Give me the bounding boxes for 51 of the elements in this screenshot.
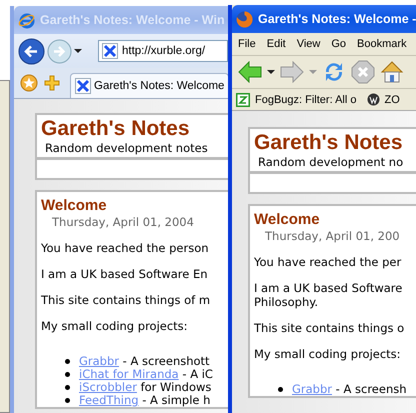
- bullet-icon: [65, 359, 70, 364]
- paragraph: My small coding projects:: [41, 319, 189, 333]
- x-favicon-icon: [75, 78, 91, 94]
- bullet-icon: [65, 398, 70, 403]
- project-description: - A iC: [181, 368, 213, 381]
- project-description: for Windows: [140, 381, 212, 394]
- menu-item[interactable]: View: [296, 38, 320, 50]
- window-title: Gareth's Notes: Welcome - Win: [40, 13, 225, 27]
- browser-tab[interactable]: Gareth's Notes: Welcome: [70, 73, 228, 98]
- menu-item[interactable]: Go: [331, 38, 346, 50]
- bullet-icon: [278, 387, 283, 392]
- bookmark-favicon-icon: [236, 92, 250, 106]
- bullet-icon: [65, 372, 70, 377]
- site-title: Gareth's Notes: [254, 131, 404, 155]
- forward-arrow-icon[interactable]: [280, 61, 304, 83]
- project-description: - A screensh: [334, 383, 407, 396]
- dropdown-caret-icon[interactable]: [74, 49, 82, 53]
- address-field[interactable]: http://xurble.org/: [98, 40, 228, 62]
- x-favicon-icon: [102, 43, 118, 59]
- home-icon[interactable]: [380, 60, 404, 84]
- browser-logo-icon: [236, 10, 253, 28]
- back-arrow-icon[interactable]: [238, 61, 262, 83]
- project-description: - A screenshott: [122, 355, 210, 368]
- stop-icon[interactable]: [351, 60, 375, 84]
- post-title: Welcome: [41, 197, 108, 215]
- menu-item[interactable]: Bookmark: [357, 38, 407, 50]
- post-date: Thursday, April 01, 2004: [51, 215, 195, 230]
- site-tagline: Random development no: [257, 155, 404, 169]
- browser-logo-icon: [18, 12, 35, 28]
- menu-item[interactable]: Edit: [266, 38, 286, 50]
- post-date: Thursday, April 01, 200: [264, 229, 401, 244]
- plus-icon[interactable]: [44, 75, 60, 91]
- back-button[interactable]: [18, 38, 45, 64]
- toolbar-link[interactable]: ZO: [366, 93, 400, 106]
- window-title: Gareth's Notes: Welcome -: [258, 12, 416, 26]
- project-description: - A simple h: [141, 394, 210, 407]
- site-title: Gareth's Notes: [41, 117, 191, 141]
- toolbar-link[interactable]: FogBugz: Filter: All o: [236, 92, 356, 106]
- paragraph: This site contains things of m: [41, 293, 212, 307]
- paragraph: You have reached the per: [254, 255, 402, 269]
- site-tagline: Random development notes: [44, 141, 209, 155]
- paragraph: I am a UK based Software Philosophy.: [254, 281, 404, 309]
- post-title: Welcome: [254, 211, 321, 229]
- paragraph: I am a UK based Software En: [41, 267, 209, 281]
- dropdown-caret-icon[interactable]: [267, 70, 275, 74]
- bullet-icon: [65, 385, 70, 390]
- paragraph: You have reached the person: [41, 241, 210, 255]
- bookmark-favicon-icon: [366, 93, 380, 106]
- paragraph: My small coding projects:: [254, 347, 402, 361]
- menu-item[interactable]: File: [238, 38, 256, 50]
- paragraph: This site contains things o: [254, 321, 406, 335]
